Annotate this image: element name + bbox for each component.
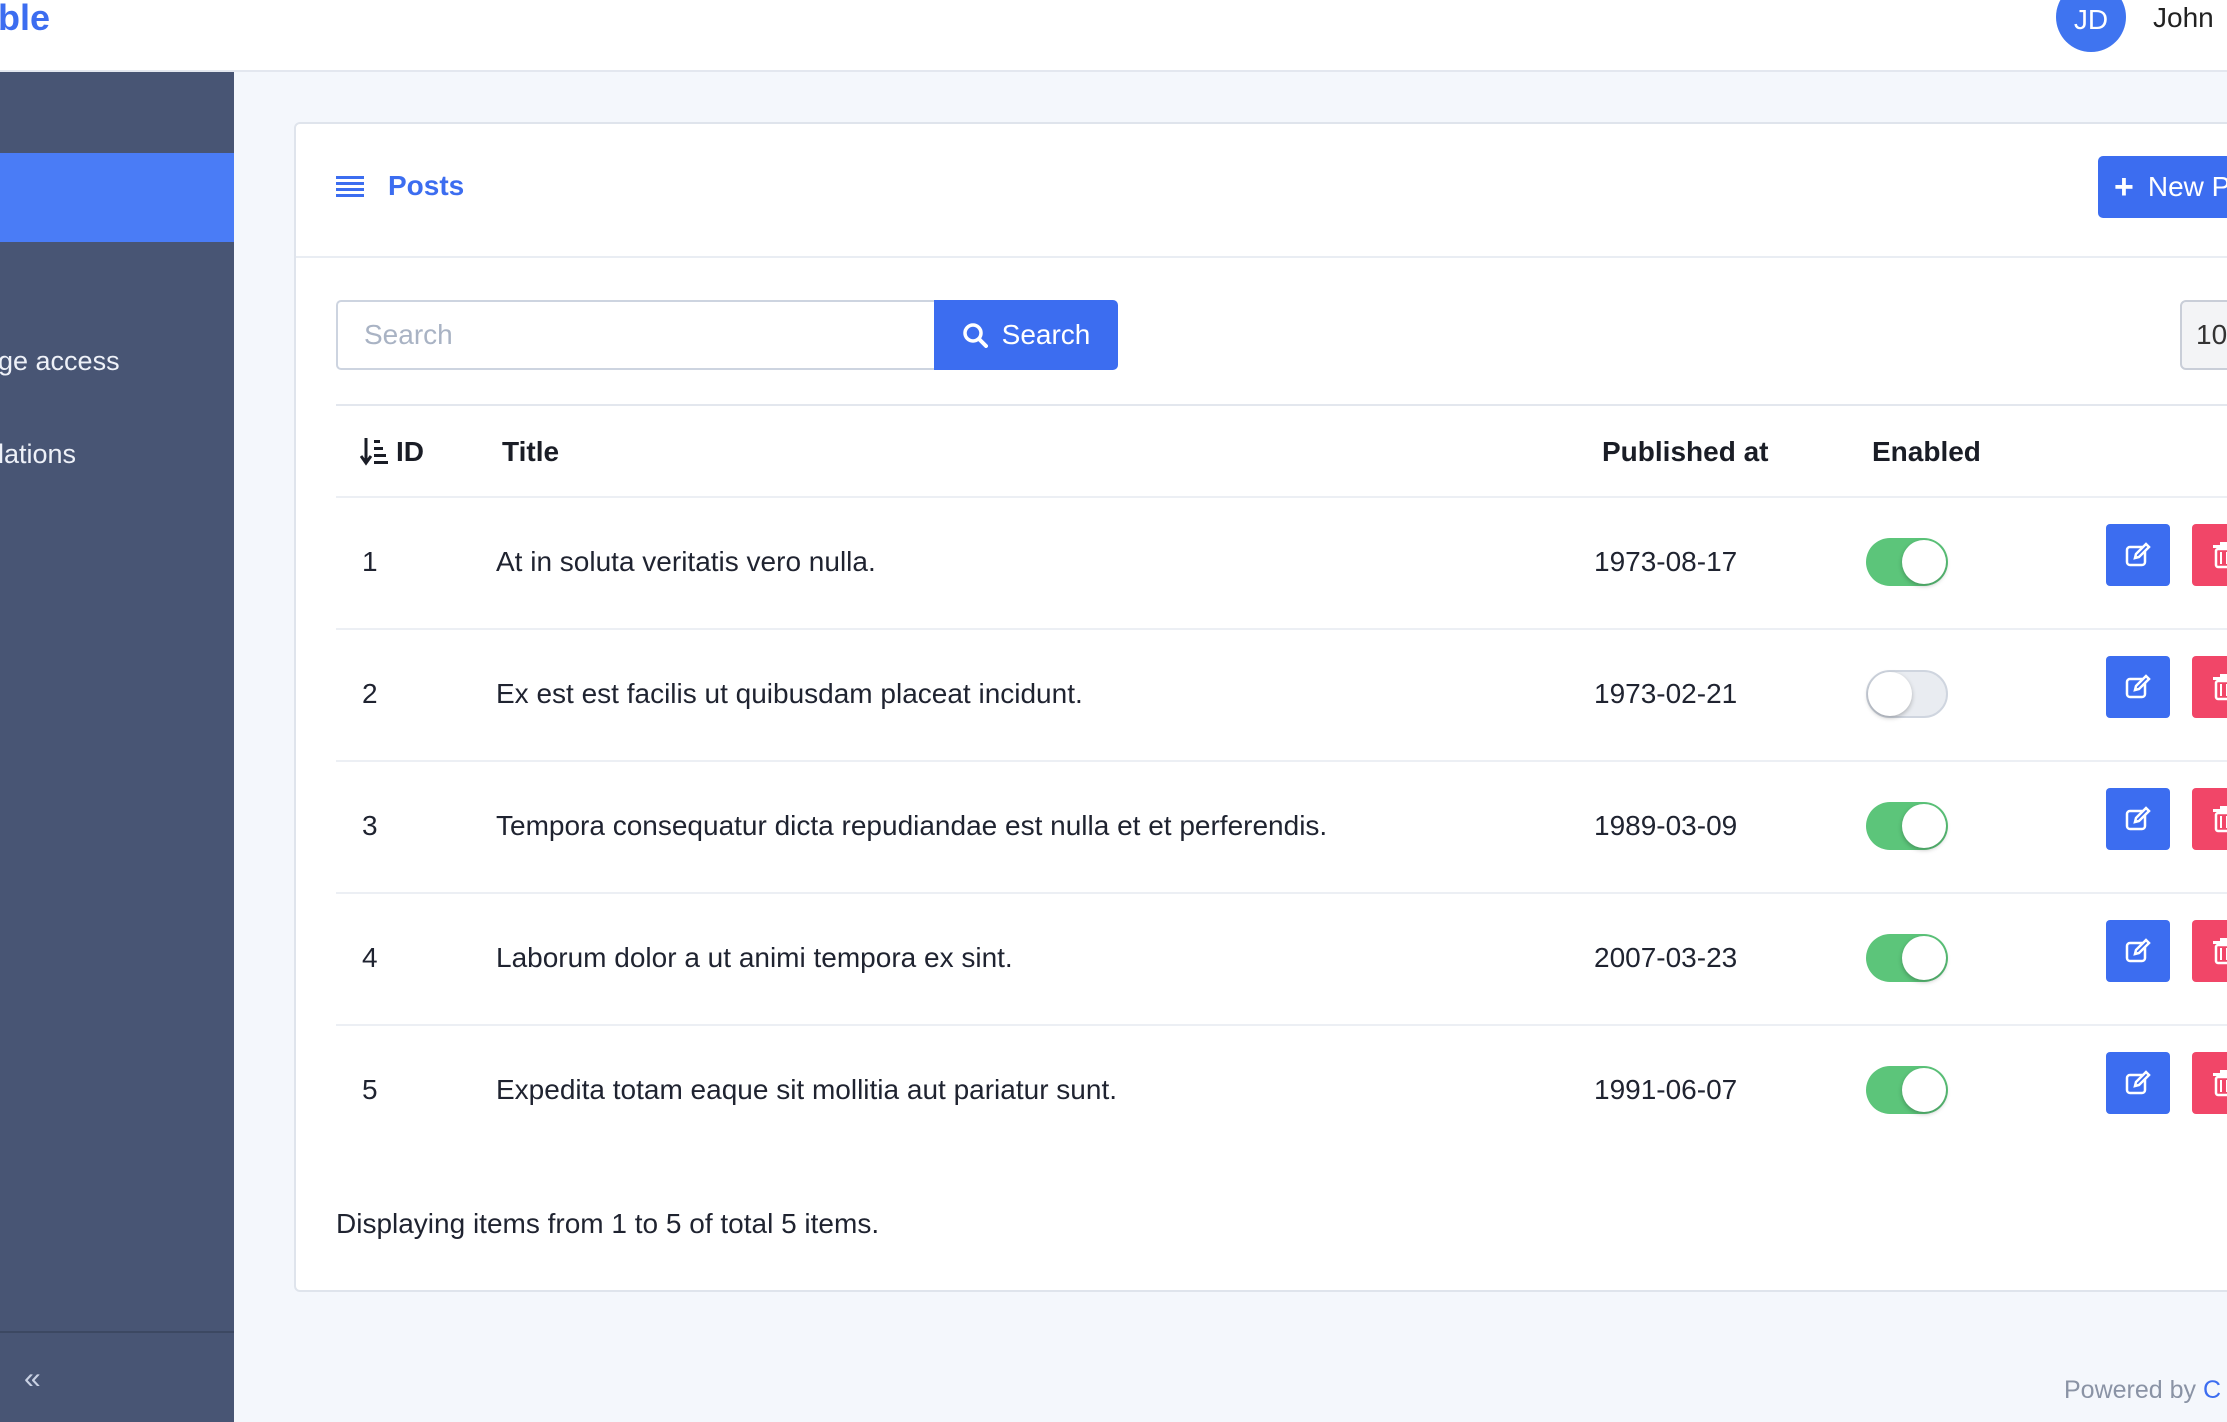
cell-id: 2 [362, 678, 378, 709]
cell-id: 3 [362, 810, 378, 841]
user-name[interactable]: John [2153, 2, 2214, 34]
table-top-border [336, 404, 2227, 406]
row-divider [336, 496, 2227, 498]
enabled-toggle[interactable] [1866, 670, 1948, 718]
sidebar: ge access lations « [0, 72, 234, 1422]
column-header-id[interactable]: ID [396, 436, 424, 468]
edit-button[interactable] [2106, 656, 2170, 718]
new-post-button[interactable]: + New P [2098, 156, 2227, 218]
delete-button[interactable] [2192, 524, 2227, 586]
cell-published-at: 1991-06-07 [1594, 1074, 1738, 1105]
search-button[interactable]: Search [934, 300, 1118, 370]
list-icon [336, 176, 364, 198]
sidebar-collapse-button[interactable]: « [24, 1362, 41, 1396]
column-header-title[interactable]: Title [502, 436, 559, 468]
enabled-toggle[interactable] [1866, 802, 1948, 850]
cell-published-at: 1973-08-17 [1594, 546, 1738, 577]
cell-published-at: 1973-02-21 [1594, 678, 1738, 709]
posts-card: Posts + New P Search Search 10 ID Title … [294, 122, 2227, 1292]
delete-button[interactable] [2192, 788, 2227, 850]
edit-button[interactable] [2106, 1052, 2170, 1114]
plus-icon: + [2114, 168, 2134, 206]
trash-icon [2213, 806, 2227, 833]
row-divider [336, 892, 2227, 894]
edit-icon [2125, 542, 2151, 567]
delete-button[interactable] [2192, 1052, 2227, 1114]
cell-id: 1 [362, 546, 378, 577]
edit-button[interactable] [2106, 788, 2170, 850]
edit-icon [2125, 806, 2151, 831]
sidebar-item-active[interactable] [0, 153, 234, 242]
cell-published-at: 2007-03-23 [1594, 942, 1738, 973]
powered-by: Powered by C [2064, 1376, 2221, 1405]
trash-icon [2213, 542, 2227, 569]
new-post-label: New P [2147, 171, 2227, 202]
column-header-enabled[interactable]: Enabled [1872, 436, 1981, 468]
row-divider [336, 1024, 2227, 1026]
enabled-toggle[interactable] [1866, 538, 1948, 586]
trash-icon [2213, 1070, 2227, 1097]
column-header-published-at[interactable]: Published at [1602, 436, 1768, 468]
edit-icon [2125, 938, 2151, 963]
sidebar-item-translations[interactable]: lations [0, 439, 76, 470]
row-divider [336, 760, 2227, 762]
enabled-toggle[interactable] [1866, 934, 1948, 982]
cell-id: 4 [362, 942, 378, 973]
search-button-label: Search [1001, 319, 1091, 350]
edit-button[interactable] [2106, 920, 2170, 982]
top-navbar: ble JD John [0, 0, 2227, 72]
per-page-select[interactable]: 10 [2180, 300, 2227, 370]
cell-title: At in soluta veritatis vero nulla. [496, 546, 876, 577]
edit-icon [2125, 1070, 2151, 1095]
powered-by-label: Powered by [2064, 1376, 2197, 1404]
page-title: Posts [388, 170, 465, 201]
cell-title: Laborum dolor a ut animi tempora ex sint… [496, 942, 1013, 973]
search-icon [962, 323, 988, 348]
app-brand[interactable]: ble [0, 0, 50, 38]
avatar[interactable]: JD [2056, 0, 2126, 52]
cell-title: Tempora consequatur dicta repudiandae es… [496, 810, 1328, 841]
cell-id: 5 [362, 1074, 378, 1105]
row-divider [336, 628, 2227, 630]
edit-button[interactable] [2106, 524, 2170, 586]
sidebar-divider [0, 1331, 234, 1333]
card-header: Posts + New P [296, 124, 2227, 258]
pagination-info: Displaying items from 1 to 5 of total 5 … [336, 1208, 880, 1239]
cell-title: Ex est est facilis ut quibusdam placeat … [496, 678, 1083, 709]
sort-descending-icon[interactable] [360, 434, 388, 468]
delete-button[interactable] [2192, 920, 2227, 982]
powered-by-link[interactable]: C [2203, 1376, 2221, 1404]
sidebar-item-manage-access[interactable]: ge access [0, 346, 120, 377]
delete-button[interactable] [2192, 656, 2227, 718]
enabled-toggle[interactable] [1866, 1066, 1948, 1114]
cell-title: Expedita totam eaque sit mollitia aut pa… [496, 1074, 1118, 1105]
search-input[interactable]: Search [336, 300, 934, 370]
edit-icon [2125, 674, 2151, 699]
trash-icon [2213, 938, 2227, 965]
trash-icon [2213, 674, 2227, 701]
cell-published-at: 1989-03-09 [1594, 810, 1738, 841]
